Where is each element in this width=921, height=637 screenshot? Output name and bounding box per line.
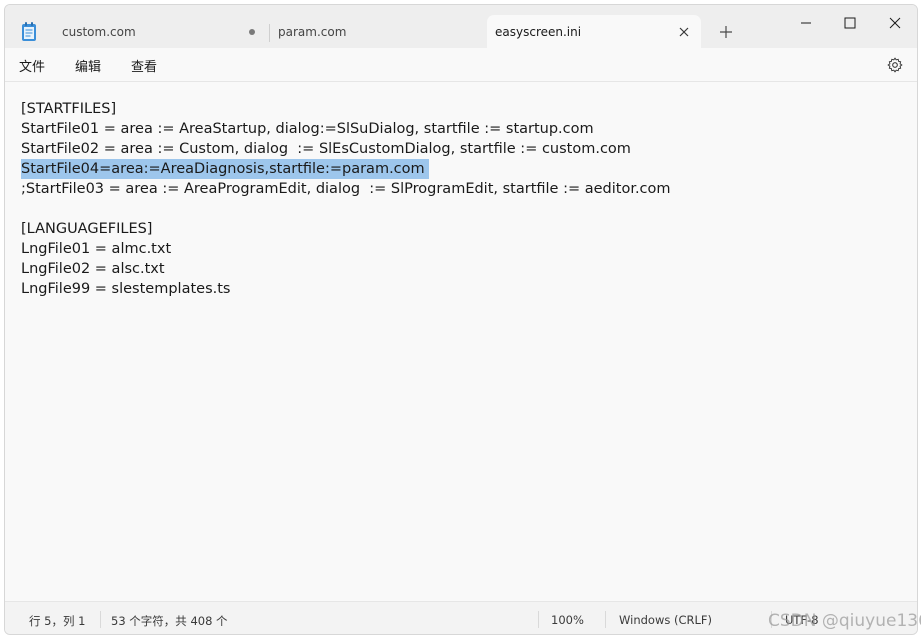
zoom-level[interactable]: 100% [551,613,584,627]
notepad-window: custom.com param.com easyscreen.ini 文件 编… [4,4,918,635]
tab-divider [269,24,270,42]
editor-line: [STARTFILES] [21,101,117,117]
tab-custom-com[interactable]: custom.com [62,16,272,49]
editor-line: LngFile02 = alsc.txt [21,261,165,277]
tab-label: easyscreen.ini [495,25,582,39]
gear-icon[interactable] [887,57,903,73]
new-tab-plus-icon[interactable] [716,22,736,42]
cursor-position: 行 5，列 1 [29,614,86,628]
notepad-app-icon [22,22,36,41]
minimize-icon[interactable] [783,7,829,39]
editor-line: LngFile99 = slestemplates.ts [21,281,231,297]
character-count: 53 个字符，共 408 个 [111,614,228,628]
status-divider [538,611,539,628]
editor-line: [LANGUAGEFILES] [21,221,153,237]
editor-line: LngFile01 = almc.txt [21,241,172,257]
tab-label: param.com [278,25,347,39]
menu-bar: 文件 编辑 查看 [5,48,917,82]
close-window-icon[interactable] [872,7,918,39]
tab-param-com[interactable]: param.com [278,16,478,49]
tab-label: custom.com [62,25,136,39]
menu-edit[interactable]: 编辑 [75,56,101,75]
line-ending[interactable]: Windows (CRLF) [619,613,712,627]
menu-file[interactable]: 文件 [19,56,45,75]
close-tab-icon[interactable] [675,23,693,41]
maximize-icon[interactable] [827,7,873,39]
status-divider [605,611,606,628]
editor-line: StartFile02 = area := Custom, dialog := … [21,141,631,157]
text-editor[interactable]: [STARTFILES] StartFile01 = area := AreaS… [5,83,917,601]
menu-view[interactable]: 查看 [131,56,157,75]
status-divider [100,611,101,628]
editor-line: ;StartFile03 = area := AreaProgramEdit, … [21,181,671,197]
title-bar: custom.com param.com easyscreen.ini [5,5,918,49]
editor-line-selected: StartFile04=area:=AreaDiagnosis,startfil… [21,159,429,179]
watermark-text: CSDN @qiuyue136 [768,611,921,631]
editor-line: StartFile01 = area := AreaStartup, dialo… [21,121,594,137]
tab-easyscreen-ini[interactable]: easyscreen.ini [487,15,701,49]
unsaved-dot-icon [249,29,255,35]
